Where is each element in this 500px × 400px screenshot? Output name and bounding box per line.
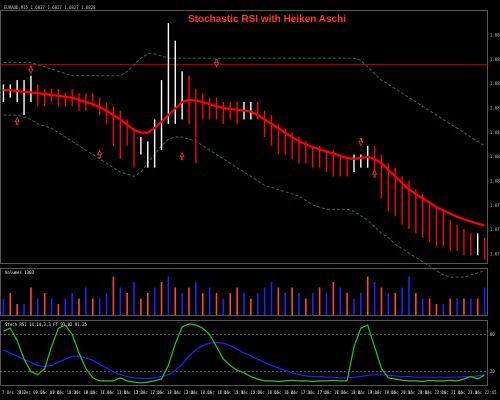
trading-chart: EURAUD,M15 1.6827 1.6827 1.6827 1.6828 S…: [0, 0, 500, 400]
price-tick-label: 1.6820: [490, 81, 500, 86]
price-tick-label: 1.6800: [490, 179, 500, 184]
price-tick-label: 1.6825: [490, 57, 500, 62]
price-tick-label: 1.6785: [490, 252, 500, 257]
chart-title: Stochastic RSI with Heiken Aschi: [188, 14, 346, 25]
price-tick-label: 1.6815: [490, 106, 500, 111]
price-tick-label: 1.6830: [490, 33, 500, 38]
indicator-label: Stoch RSI 14,14,3,3 FT 93.82 91.25: [5, 322, 87, 327]
time-tick-label: 7 Dec 22:45: [470, 390, 497, 395]
price-tick-label: 1.6805: [490, 154, 500, 159]
price-tick-label: 1.6790: [490, 227, 500, 232]
time-axis: 7 Dec 20177 Dec 09:157 Dec 09:457 Dec 10…: [2, 390, 497, 395]
level-label: 20: [490, 369, 495, 374]
symbol-header: EURAUD,M15 1.6827 1.6827 1.6827 1.6828: [4, 5, 96, 10]
price-tick-label: 1.6795: [490, 203, 500, 208]
level-label: 80: [490, 332, 495, 337]
price-tick-label: 1.6810: [490, 130, 500, 135]
volume-label: Volumes 1303: [5, 270, 34, 275]
